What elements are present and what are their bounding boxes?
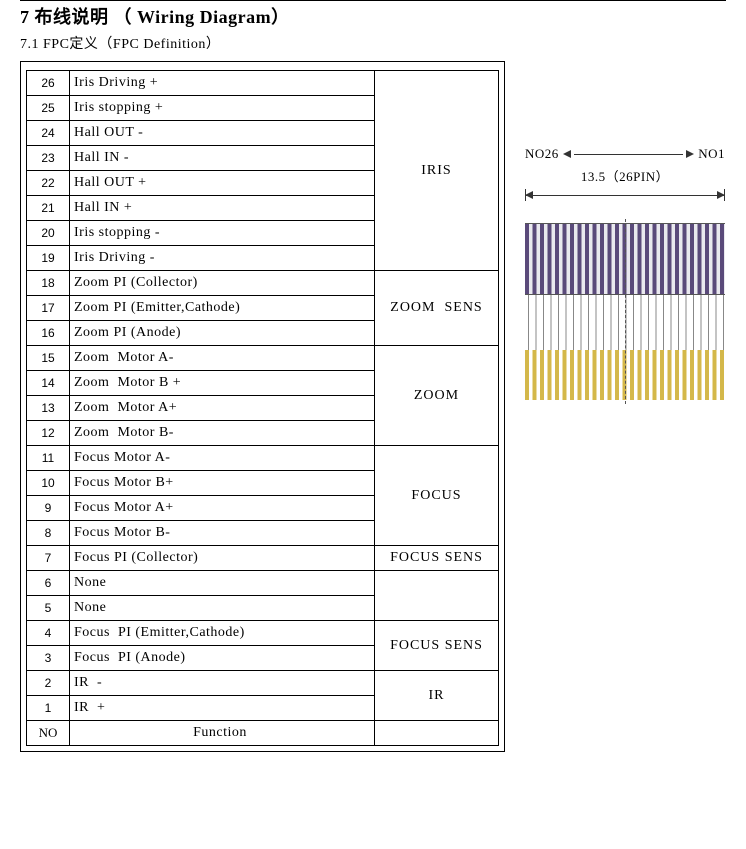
pin-number: 9 <box>27 496 70 521</box>
table-row: 26 Iris Driving + IRIS <box>27 71 499 96</box>
pin-function: Focus PI (Collector) <box>70 546 375 571</box>
pin-number: 6 <box>27 571 70 596</box>
connector-dimension: 13.5（26PIN） <box>525 166 725 185</box>
pin-function: Iris stopping + <box>70 96 375 121</box>
pin-function: Iris Driving + <box>70 71 375 96</box>
arrow-right-icon <box>686 150 694 158</box>
pin-function: Focus Motor A+ <box>70 496 375 521</box>
pin-function: Zoom PI (Anode) <box>70 321 375 346</box>
header-function: Function <box>70 721 375 746</box>
pin-number: 22 <box>27 171 70 196</box>
pin-group-focus: FOCUS <box>375 446 499 546</box>
subsection-title-en: FPC Definition <box>113 37 206 52</box>
pin-number: 1 <box>27 696 70 721</box>
pin-number: 2 <box>27 671 70 696</box>
subsection-number: 7.1 <box>20 37 39 52</box>
pin-number: 17 <box>27 296 70 321</box>
section-title: 7 布线说明 （ Wiring Diagram） <box>20 3 726 29</box>
pin-group-zoom-sens: ZOOM SENS <box>375 271 499 346</box>
table-row: 18 Zoom PI (Collector) ZOOM SENS <box>27 271 499 296</box>
table-row: 2 IR - IR <box>27 671 499 696</box>
table-row: 15 Zoom Motor A- ZOOM <box>27 346 499 371</box>
pin-group-empty <box>375 571 499 621</box>
pin-function: Zoom PI (Emitter,Cathode) <box>70 296 375 321</box>
pin-number: 16 <box>27 321 70 346</box>
pin-function: Hall IN - <box>70 146 375 171</box>
pin-group-focus-sens: FOCUS SENS <box>375 621 499 671</box>
pin-group-zoom: ZOOM <box>375 346 499 446</box>
section-title-en: Wiring Diagram <box>137 7 271 27</box>
pin-number: 8 <box>27 521 70 546</box>
pin-function: Focus PI (Emitter,Cathode) <box>70 621 375 646</box>
pin-function: Hall IN + <box>70 196 375 221</box>
pin-function: Zoom Motor A+ <box>70 396 375 421</box>
pin-function: Focus Motor B+ <box>70 471 375 496</box>
pin-function: Focus Motor A- <box>70 446 375 471</box>
pin-function: None <box>70 596 375 621</box>
pin-number: 20 <box>27 221 70 246</box>
dimension-line <box>574 154 683 155</box>
header-no: NO <box>27 721 70 746</box>
pin-definition-table-container: 26 Iris Driving + IRIS 25 Iris stopping … <box>20 61 505 752</box>
table-row: 7 Focus PI (Collector) FOCUS SENS <box>27 546 499 571</box>
pin-group-iris: IRIS <box>375 71 499 271</box>
pin-number: 14 <box>27 371 70 396</box>
pin-number: 21 <box>27 196 70 221</box>
pin-function: Zoom PI (Collector) <box>70 271 375 296</box>
pin-definition-table: 26 Iris Driving + IRIS 25 Iris stopping … <box>26 70 499 746</box>
pin-function: Hall OUT + <box>70 171 375 196</box>
section-title-cn: 布线说明 <box>35 7 109 27</box>
pin-function: Iris Driving - <box>70 246 375 271</box>
pin-number: 15 <box>27 346 70 371</box>
pin-number: 5 <box>27 596 70 621</box>
pin-function: Iris stopping - <box>70 221 375 246</box>
table-header-row: NO Function <box>27 721 499 746</box>
dimension-arrow <box>525 187 725 203</box>
pin-function: IR - <box>70 671 375 696</box>
pin-number: 11 <box>27 446 70 471</box>
header-group-empty <box>375 721 499 746</box>
pin-number: 26 <box>27 71 70 96</box>
pin-number: 3 <box>27 646 70 671</box>
connector-label-left: NO26 <box>525 146 559 162</box>
pin-number: 23 <box>27 146 70 171</box>
pin-function: Zoom Motor B + <box>70 371 375 396</box>
connector-pin-labels: NO26 NO1 <box>525 146 725 162</box>
pin-number: 18 <box>27 271 70 296</box>
table-row: 4 Focus PI (Emitter,Cathode) FOCUS SENS <box>27 621 499 646</box>
pin-number: 4 <box>27 621 70 646</box>
pin-number: 24 <box>27 121 70 146</box>
subsection-title: 7.1 FPC定义（FPC Definition） <box>20 33 726 53</box>
connector-body <box>525 223 725 399</box>
arrow-left-icon <box>563 150 571 158</box>
connector-diagram: NO26 NO1 13.5（26PIN） <box>525 146 725 496</box>
pin-number: 19 <box>27 246 70 271</box>
table-row: 6 None <box>27 571 499 596</box>
pin-group-ir: IR <box>375 671 499 721</box>
connector-label-right: NO1 <box>698 146 725 162</box>
pin-group-focus-sens: FOCUS SENS <box>375 546 499 571</box>
connector-centerline <box>625 219 626 404</box>
pin-number: 10 <box>27 471 70 496</box>
pin-function: IR + <box>70 696 375 721</box>
pin-number: 13 <box>27 396 70 421</box>
pin-number: 7 <box>27 546 70 571</box>
pin-function: Focus PI (Anode) <box>70 646 375 671</box>
section-number: 7 <box>20 7 30 27</box>
pin-function: Focus Motor B- <box>70 521 375 546</box>
pin-number: 12 <box>27 421 70 446</box>
pin-function: None <box>70 571 375 596</box>
pin-function: Zoom Motor B- <box>70 421 375 446</box>
pin-number: 25 <box>27 96 70 121</box>
pin-function: Zoom Motor A- <box>70 346 375 371</box>
subsection-title-cn: FPC定义 <box>43 37 98 52</box>
pin-function: Hall OUT - <box>70 121 375 146</box>
table-row: 11 Focus Motor A- FOCUS <box>27 446 499 471</box>
